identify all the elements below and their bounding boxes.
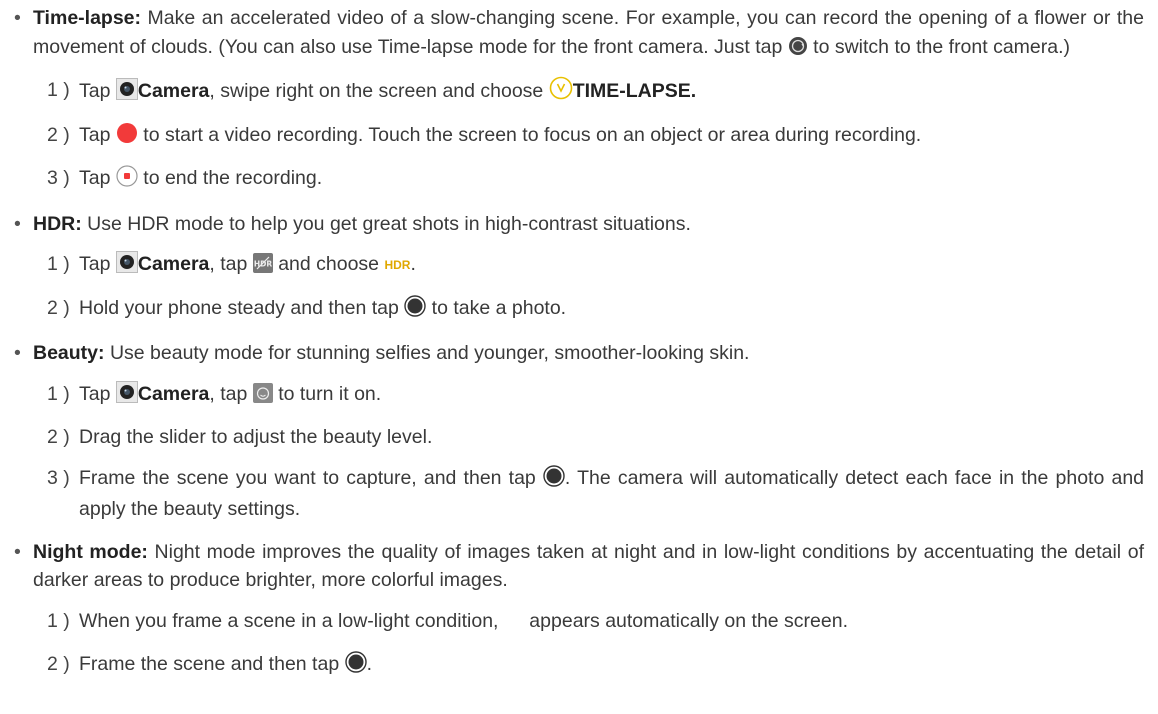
step-text: , swipe right on the screen and choose (209, 80, 549, 102)
timelapse-heading: Time-lapse: (33, 7, 142, 29)
step-number: 1 ) (47, 382, 70, 405)
timelapse-step-2: 2 ) Tap to start a video recording. Touc… (0, 121, 1158, 153)
step-text: Tap (79, 167, 116, 189)
svg-text:HDR: HDR (254, 260, 273, 269)
hdr-desc: Use HDR mode to help you get great shots… (81, 212, 691, 235)
timelapse-desc-2: to switch to the front camera.) (807, 35, 1071, 58)
step-text: , tap (209, 253, 253, 275)
step-number: 1 ) (47, 79, 70, 101)
bullet: • (14, 212, 21, 235)
step-text: Tap (79, 253, 116, 275)
hdr-step-1: 1 ) Tap Camera, tap HDR and choose HDR. (0, 250, 1158, 282)
timelapse-mode-label: TIME-LAPSE. (572, 80, 697, 102)
step-text: . (366, 653, 373, 675)
step-text: appears automatically on the screen. (523, 609, 848, 632)
camera-app-icon (115, 251, 138, 282)
night-moon-icon (504, 610, 524, 639)
beauty-icon (252, 382, 273, 412)
step-number: 2 ) (47, 296, 70, 319)
timelapse-step-1: 1 ) Tap Camera, swipe right on the scree… (0, 76, 1158, 109)
night-section: • Night mode: Night mode improves the qu… (0, 538, 1158, 595)
shutter-button-icon (344, 651, 367, 682)
record-button-icon (116, 122, 138, 153)
bullet: • (14, 342, 21, 364)
step-text: and choose (272, 253, 385, 275)
step-text: Frame the scene and then tap (79, 653, 345, 675)
switch-camera-icon (788, 36, 808, 65)
step-text: , tap (209, 382, 253, 405)
timelapse-step-3: 3 ) Tap to end the recording. (0, 164, 1158, 196)
step-text: Tap (79, 80, 116, 102)
step-text: to take a photo. (426, 296, 567, 319)
hdr-heading: HDR: (33, 212, 82, 235)
timelapse-icon (549, 76, 573, 109)
beauty-heading: Beauty: (33, 342, 105, 364)
camera-label: Camera (137, 382, 210, 405)
hdr-step-2: 2 ) Hold your phone steady and then tap … (0, 294, 1158, 326)
step-number: 1 ) (47, 609, 70, 632)
night-step-1: 1 ) When you frame a scene in a low-ligh… (0, 607, 1158, 639)
camera-label: Camera (137, 80, 210, 102)
step-text: Tap (79, 382, 116, 405)
step-number: 3 ) (47, 167, 70, 189)
timelapse-section: • Time-lapse: Make an accelerated video … (0, 4, 1158, 64)
step-number: 1 ) (47, 253, 70, 275)
hdr-off-icon: HDR (252, 253, 273, 282)
step-number: 2 ) (47, 123, 70, 146)
shutter-button-icon (404, 294, 426, 326)
beauty-step-3: 3 ) Frame the scene you want to capture,… (0, 464, 1158, 524)
step-number: 3 ) (47, 466, 70, 489)
step-number: 2 ) (47, 426, 70, 448)
step-number: 2 ) (47, 653, 70, 675)
manual-page: • Time-lapse: Make an accelerated video … (0, 0, 1158, 682)
camera-label: Camera (137, 253, 210, 275)
step-text: . (410, 253, 416, 275)
night-desc: Night mode improves the quality of image… (33, 540, 1145, 592)
bullet: • (14, 7, 21, 29)
step-text: to end the recording. (137, 167, 323, 189)
step-text: to start a video recording. Touch the sc… (137, 123, 922, 146)
hdr-label: HDR (384, 258, 411, 272)
step-text: to turn it on. (272, 382, 382, 405)
beauty-step-2: 2 ) Drag the slider to adjust the beauty… (0, 423, 1158, 452)
shutter-button-icon (543, 464, 565, 496)
beauty-section: • Beauty: Use beauty mode for stunning s… (0, 339, 1158, 368)
night-step-2: 2 ) Frame the scene and then tap . (0, 650, 1158, 682)
step-text: Tap (79, 123, 116, 146)
camera-app-icon (115, 380, 138, 412)
step-text: When you frame a scene in a low-light co… (79, 609, 504, 632)
camera-app-icon (115, 78, 138, 109)
step-text: Frame the scene you want to capture, and… (79, 466, 543, 489)
night-heading: Night mode: (33, 540, 148, 563)
hdr-section: • HDR: Use HDR mode to help you get grea… (0, 210, 1158, 239)
stop-button-icon (116, 165, 138, 196)
bullet: • (14, 540, 21, 563)
step-text: Drag the slider to adjust the beauty lev… (79, 426, 433, 448)
beauty-step-1: 1 ) Tap Camera, tap to turn it on. (0, 380, 1158, 412)
beauty-desc: Use beauty mode for stunning selfies and… (104, 342, 750, 364)
step-text: Hold your phone steady and then tap (79, 296, 405, 319)
